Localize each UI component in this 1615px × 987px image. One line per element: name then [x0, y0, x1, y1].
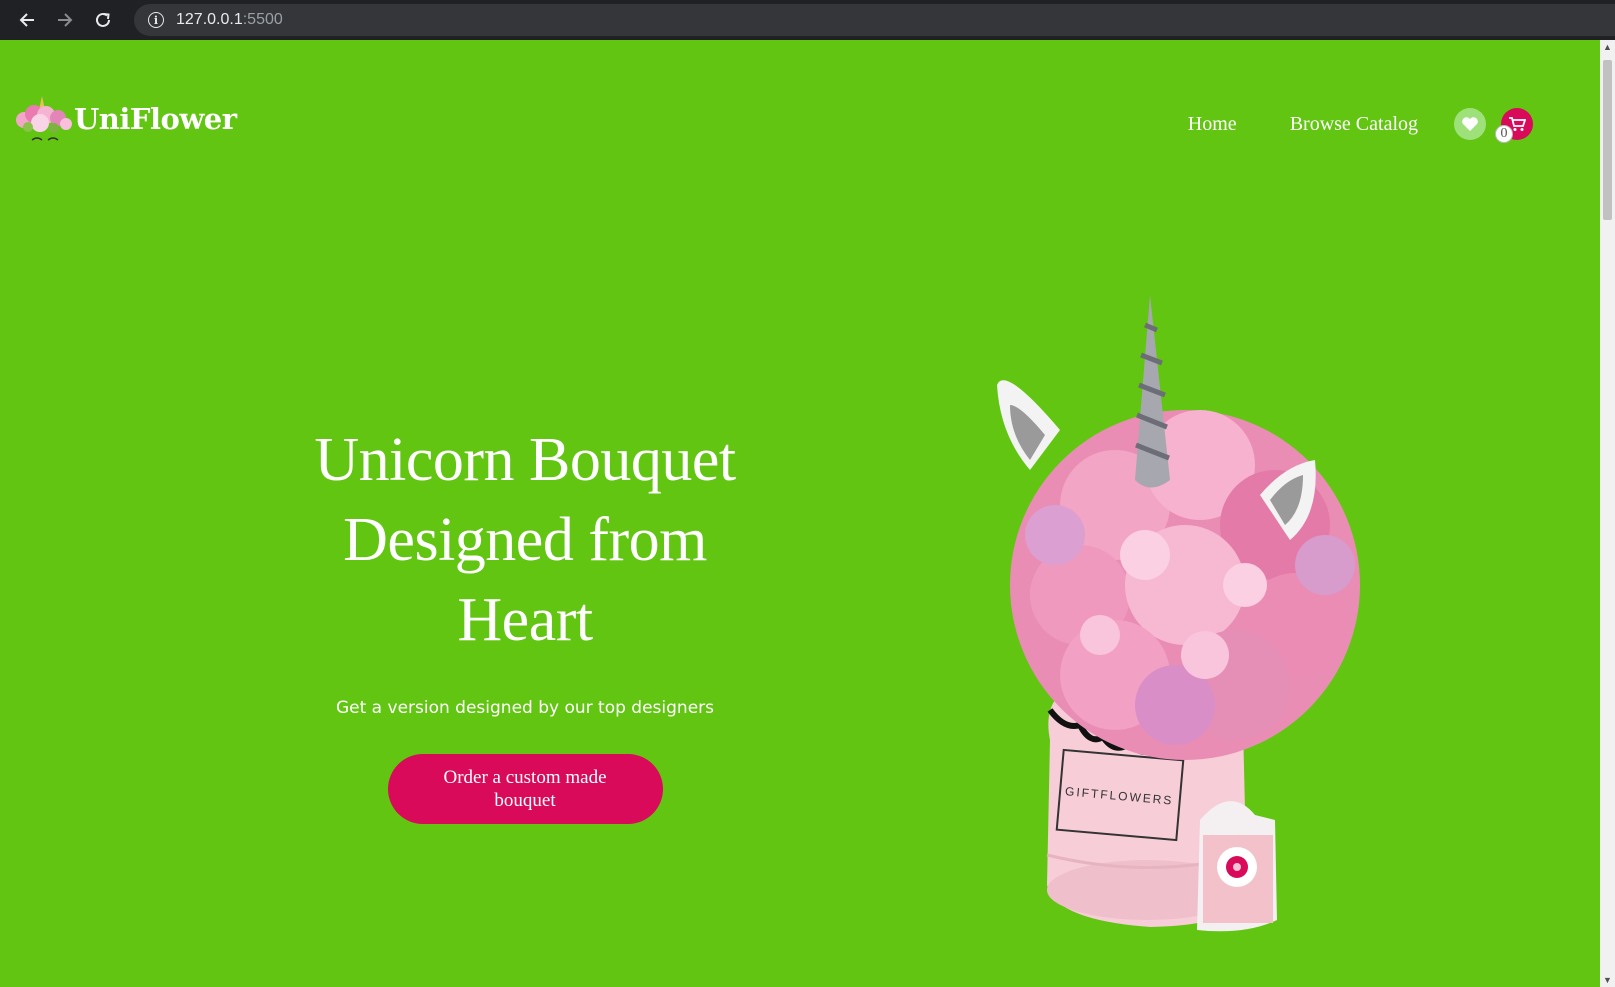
url-port: :5500 — [242, 11, 283, 28]
hero-section: Unicorn Bouquet Designed from Heart Get … — [250, 420, 800, 824]
scrollbar-thumb[interactable] — [1603, 60, 1612, 220]
wishlist-button[interactable] — [1454, 108, 1486, 140]
address-bar[interactable]: i 127.0.0.1:5500 — [134, 4, 1615, 36]
main-nav: Home Browse Catalog 0 — [1188, 108, 1600, 143]
hero-title: Unicorn Bouquet Designed from Heart — [250, 420, 800, 660]
back-button[interactable] — [16, 9, 38, 31]
info-icon[interactable]: i — [148, 12, 164, 28]
unicorn-bouquet-image: GIFTFLOWERS — [997, 295, 1360, 932]
hero-subtitle: Get a version designed by our top design… — [335, 698, 715, 718]
arrow-right-icon — [58, 13, 73, 27]
page-viewport: UniFlower Home Browse Catalog 0 Unicorn … — [0, 40, 1600, 987]
forward-button[interactable] — [54, 9, 76, 31]
scroll-up-arrow-icon[interactable]: ▲ — [1600, 40, 1615, 54]
heart-icon — [1462, 117, 1478, 131]
hero-title-line: Unicorn Bouquet — [314, 426, 736, 494]
url-host: 127.0.0.1 — [176, 11, 243, 28]
nav-browse-catalog-link[interactable]: Browse Catalog — [1290, 113, 1418, 136]
logo-text: UniFlower — [74, 102, 237, 136]
arrow-left-icon — [19, 13, 34, 27]
cart-count-badge: 0 — [1495, 125, 1513, 143]
browser-toolbar: i 127.0.0.1:5500 — [0, 0, 1615, 40]
logo[interactable]: UniFlower — [12, 90, 237, 148]
nav-home-link[interactable]: Home — [1188, 113, 1237, 136]
order-custom-bouquet-button[interactable]: Order a custom made bouquet — [387, 754, 663, 824]
unicorn-logo-icon — [16, 96, 72, 141]
reload-icon — [96, 12, 110, 27]
hero-title-line: Designed from — [343, 506, 707, 574]
scroll-down-arrow-icon[interactable]: ▼ — [1600, 973, 1615, 987]
reload-button[interactable] — [92, 9, 114, 31]
vertical-scrollbar[interactable]: ▲ ▼ — [1600, 40, 1615, 987]
cart-button[interactable]: 0 — [1495, 108, 1533, 143]
hero-title-line: Heart — [457, 586, 593, 654]
